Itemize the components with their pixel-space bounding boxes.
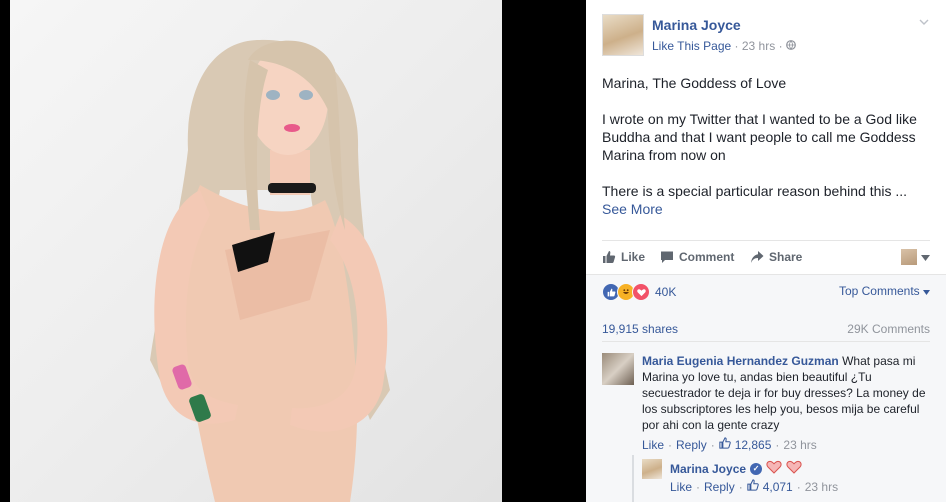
- footer-separator: ·: [668, 437, 673, 452]
- photo-viewer[interactable]: [0, 0, 586, 502]
- post-meta: Like This Page · 23 hrs ·: [652, 39, 796, 53]
- post-header: Marina Joyce Like This Page · 23 hrs ·: [602, 14, 932, 58]
- like-button[interactable]: Like: [602, 250, 645, 264]
- engagement-section: 40K Top Comments 19,915 shares 29K Comme…: [586, 274, 946, 502]
- post-text: Marina, The Goddess of Love I wrote on m…: [602, 74, 926, 218]
- reaction-count[interactable]: 40K: [655, 285, 676, 299]
- post-as-selector[interactable]: [901, 248, 930, 266]
- post-photo[interactable]: [10, 0, 502, 502]
- page-avatar[interactable]: [602, 14, 644, 56]
- see-more-link[interactable]: See More: [602, 200, 926, 218]
- footer-separator: ·: [696, 479, 701, 494]
- heart-icon: [786, 460, 802, 477]
- comment-bubble: Maria Eugenia Hernandez Guzman What pasa…: [642, 353, 932, 433]
- reply-avatar[interactable]: [642, 459, 662, 479]
- reply-like-count[interactable]: 4,071: [763, 480, 793, 494]
- comment-like-link[interactable]: Like: [642, 438, 664, 452]
- thumbs-up-icon: [719, 437, 731, 452]
- meta-separator: ·: [734, 39, 742, 53]
- reply-like-link[interactable]: Like: [670, 480, 692, 494]
- footer-separator: ·: [738, 479, 743, 494]
- post-tail-text: There is a special particular reason beh…: [602, 182, 926, 218]
- post-time[interactable]: 23 hrs: [742, 39, 775, 53]
- footer-separator: ·: [775, 437, 780, 452]
- caret-down-icon: [921, 248, 930, 266]
- comment-time[interactable]: 23 hrs: [783, 438, 816, 452]
- comment-like-count[interactable]: 12,865: [735, 438, 772, 452]
- comment-footer: Like · Reply · 12,865 · 23 hrs: [642, 437, 817, 452]
- share-icon: [750, 250, 764, 264]
- meta-separator: ·: [778, 39, 786, 53]
- reply-footer: Like · Reply · 4,071 · 23 hrs: [670, 479, 838, 494]
- verified-badge-icon: ✓: [750, 462, 763, 475]
- reply-thread-line: [632, 455, 634, 502]
- photo-figure: [150, 39, 390, 502]
- thumbs-up-icon: [747, 479, 759, 494]
- shares-count-link[interactable]: 19,915 shares: [602, 322, 678, 336]
- thumbs-up-icon: [602, 250, 616, 264]
- like-label: Like: [621, 250, 646, 264]
- commenter-name-link[interactable]: Maria Eugenia Hernandez Guzman: [642, 354, 839, 368]
- post-options-chevron-icon[interactable]: [918, 16, 930, 28]
- share-button[interactable]: Share: [750, 250, 802, 264]
- reactions-summary[interactable]: 40K: [602, 283, 676, 301]
- commenter-avatar[interactable]: [602, 353, 634, 385]
- post-body-text: I wrote on my Twitter that I wanted to b…: [602, 111, 917, 163]
- reply-header: Marina Joyce ✓: [670, 460, 802, 477]
- post-actions-bar: Like Comment Share: [602, 240, 930, 275]
- share-label: Share: [769, 250, 803, 264]
- comment-reply-link[interactable]: Reply: [676, 438, 707, 452]
- heart-icon: [766, 460, 782, 477]
- comment-sort-label: Top Comments: [838, 284, 920, 298]
- reply-author-link[interactable]: Marina Joyce: [670, 462, 746, 476]
- comment-icon: [660, 250, 674, 264]
- comment-button[interactable]: Comment: [660, 250, 734, 264]
- page-name-link[interactable]: Marina Joyce: [652, 17, 741, 33]
- comment-sort-dropdown[interactable]: Top Comments: [839, 284, 930, 298]
- reply-time[interactable]: 23 hrs: [805, 480, 838, 494]
- love-reaction-icon: [632, 283, 650, 301]
- viewer-avatar: [901, 249, 917, 265]
- reply-reply-link[interactable]: Reply: [704, 480, 735, 494]
- caret-down-icon: [923, 284, 930, 298]
- footer-separator: ·: [710, 437, 715, 452]
- comments-count-link[interactable]: 29K Comments: [847, 322, 930, 336]
- globe-icon: [786, 39, 796, 53]
- post-title-text: Marina, The Goddess of Love: [602, 75, 787, 91]
- post-tail: There is a special particular reason beh…: [602, 183, 908, 199]
- like-page-link[interactable]: Like This Page: [652, 39, 731, 53]
- comment-label: Comment: [679, 250, 735, 264]
- footer-separator: ·: [796, 479, 801, 494]
- post-panel: Marina Joyce Like This Page · 23 hrs · M…: [586, 0, 946, 502]
- divider: [602, 341, 930, 342]
